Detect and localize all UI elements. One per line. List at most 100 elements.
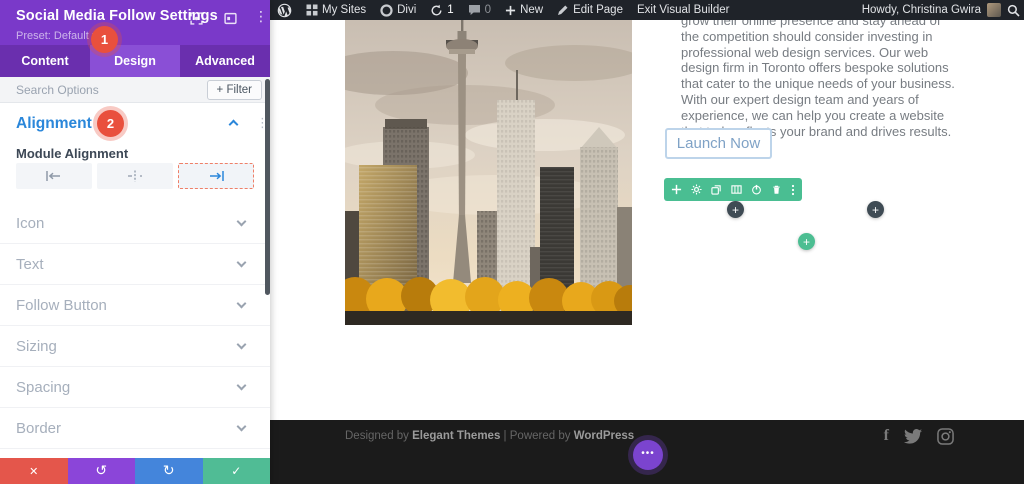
chevron-up-icon — [229, 120, 239, 130]
add-column-button[interactable]: + — [867, 201, 884, 218]
dock-panel-icon[interactable] — [224, 12, 237, 30]
panel-options-kebab-icon[interactable]: ⋮ — [254, 10, 268, 24]
disable-module-power-icon[interactable] — [751, 184, 762, 195]
wordpress-logo-icon[interactable] — [270, 0, 299, 20]
alignment-section-title: Alignment — [16, 115, 92, 133]
add-module-icon[interactable] — [671, 184, 682, 195]
updates-menu[interactable]: 1 — [423, 0, 460, 20]
alignment-section-header[interactable]: Alignment ⋮ — [0, 103, 270, 143]
module-settings-gear-icon[interactable] — [691, 184, 702, 195]
pencil-icon — [557, 4, 569, 16]
tab-content[interactable]: Content — [0, 45, 90, 77]
comments-menu[interactable]: 0 — [461, 0, 498, 20]
exit-visual-builder-label: Exit Visual Builder — [637, 4, 729, 16]
instagram-icon[interactable] — [937, 428, 954, 445]
footer-credits: Designed by Elegant Themes | Powered by … — [345, 430, 634, 442]
user-avatar[interactable] — [987, 3, 1001, 17]
search-options-input[interactable] — [16, 80, 196, 100]
divi-menu[interactable]: Divi — [373, 0, 423, 20]
module-settings-panel: Social Media Follow Settings Preset: Def… — [0, 0, 270, 484]
comments-icon — [468, 4, 481, 16]
module-alignment-control — [16, 163, 254, 189]
redo-button[interactable]: ↻ — [135, 458, 203, 484]
module-more-options-kebab-icon[interactable] — [791, 184, 795, 196]
page-preview: grow their online presence and stay ahea… — [270, 0, 1024, 420]
my-sites-menu[interactable]: My Sites — [299, 0, 373, 20]
twitter-icon[interactable] — [904, 429, 922, 444]
focus-mode-icon[interactable] — [190, 12, 203, 30]
toronto-skyline-image[interactable] — [345, 15, 632, 325]
align-left-button[interactable] — [16, 163, 92, 189]
footer-social-links: f — [884, 427, 954, 445]
search-options-row: + Filter — [0, 77, 270, 103]
new-content-menu[interactable]: New — [498, 0, 550, 20]
intro-paragraph[interactable]: grow their online presence and stay ahea… — [681, 13, 957, 139]
add-module-button[interactable]: + — [798, 233, 815, 250]
tab-advanced[interactable]: Advanced — [180, 45, 270, 77]
chevron-down-icon — [237, 299, 247, 309]
divi-label: Divi — [397, 4, 416, 16]
panel-header: Social Media Follow Settings Preset: Def… — [0, 0, 270, 45]
section-follow-button[interactable]: Follow Button — [0, 285, 270, 326]
new-label: New — [520, 4, 543, 16]
section-icon[interactable]: Icon — [0, 203, 270, 244]
panel-tabs: Content Design Advanced — [0, 45, 270, 77]
align-right-button[interactable] — [178, 163, 254, 189]
credits-separator: | — [504, 430, 507, 442]
step-badge-1: 1 — [91, 26, 118, 53]
facebook-icon[interactable]: f — [884, 427, 889, 445]
filter-button[interactable]: + Filter — [207, 80, 262, 100]
panel-action-buttons: ✕ ↺ ↻ ✓ — [0, 458, 270, 484]
section-text[interactable]: Text — [0, 244, 270, 285]
align-left-icon — [44, 170, 64, 182]
skyline-illustration — [345, 15, 632, 325]
save-button[interactable]: ✓ — [203, 458, 271, 484]
wp-admin-bar: My Sites Divi 1 0 New — [270, 0, 1024, 20]
edit-page-menu[interactable]: Edit Page — [550, 0, 630, 20]
my-sites-label: My Sites — [322, 4, 366, 16]
divi-icon — [380, 4, 393, 17]
edit-page-label: Edit Page — [573, 4, 623, 16]
howdy-account-menu[interactable]: Howdy, Christina Gwira — [862, 4, 981, 16]
chevron-down-icon — [237, 381, 247, 391]
settings-accordion: Icon Text Follow Button Sizing Spacing B… — [0, 203, 270, 449]
designed-by-text: Designed by — [345, 430, 409, 442]
exit-visual-builder-link[interactable]: Exit Visual Builder — [630, 0, 736, 20]
page-settings-ellipsis-button[interactable]: ••• — [633, 440, 663, 470]
align-right-icon — [206, 170, 226, 182]
add-row-button[interactable]: + — [727, 201, 744, 218]
section-border[interactable]: Border — [0, 408, 270, 449]
preset-selector[interactable]: Preset: Default ▾ — [16, 29, 97, 42]
powered-by-text: Powered by — [510, 430, 571, 442]
discard-button[interactable]: ✕ — [0, 458, 68, 484]
step-badge-2: 2 — [97, 110, 124, 137]
chevron-down-icon — [237, 258, 247, 268]
duplicate-module-icon[interactable] — [711, 184, 722, 195]
launch-now-button[interactable]: Launch Now — [665, 128, 772, 159]
undo-button[interactable]: ↺ — [68, 458, 136, 484]
align-center-button[interactable] — [97, 163, 173, 189]
adminbar-search-icon[interactable] — [1007, 4, 1020, 17]
align-center-icon — [125, 170, 145, 182]
section-sizing[interactable]: Sizing — [0, 326, 270, 367]
updates-icon — [430, 4, 443, 17]
chevron-down-icon — [237, 217, 247, 227]
plus-icon — [505, 5, 516, 16]
chevron-down-icon — [237, 340, 247, 350]
delete-module-trash-icon[interactable] — [771, 184, 782, 195]
my-sites-icon — [306, 4, 318, 16]
module-toolbar — [664, 178, 802, 201]
section-spacing[interactable]: Spacing — [0, 367, 270, 408]
divi-visual-builder: grow their online presence and stay ahea… — [0, 0, 1024, 484]
module-alignment-label: Module Alignment — [16, 146, 128, 161]
site-footer: Designed by Elegant Themes | Powered by … — [270, 420, 1024, 484]
save-to-library-grid-icon[interactable] — [731, 184, 742, 195]
elegant-themes-link[interactable]: Elegant Themes — [412, 430, 500, 442]
panel-title: Social Media Follow Settings — [16, 8, 218, 24]
ellipsis-dots: ••• — [641, 448, 655, 459]
wordpress-link[interactable]: WordPress — [574, 430, 635, 442]
comments-count: 0 — [485, 4, 491, 16]
chevron-down-icon — [237, 422, 247, 432]
panel-scrollbar[interactable] — [265, 79, 270, 295]
updates-count: 1 — [447, 4, 453, 16]
